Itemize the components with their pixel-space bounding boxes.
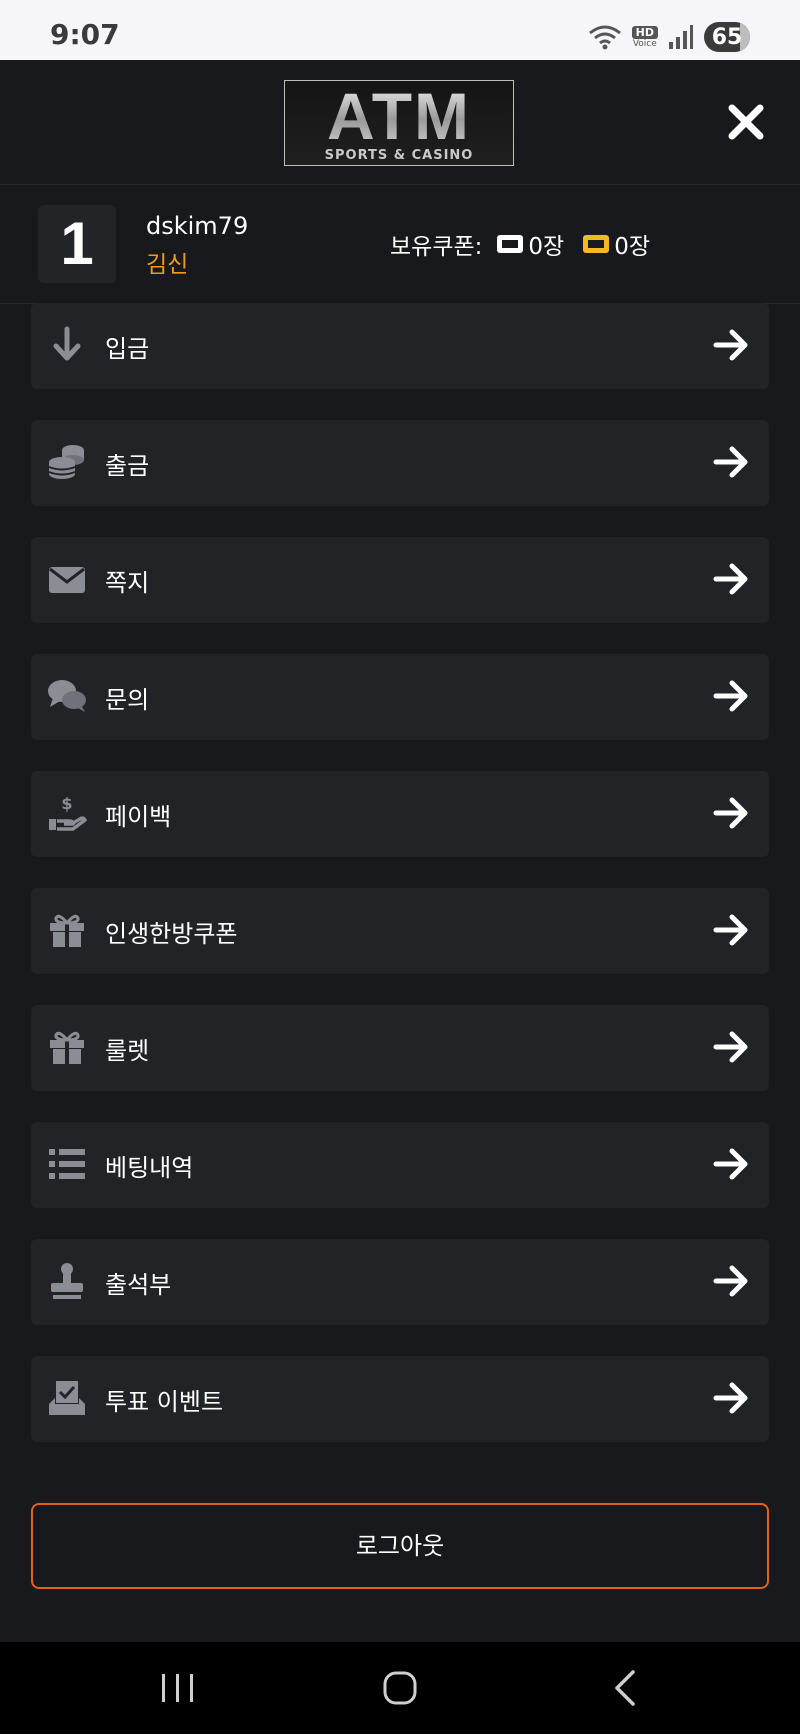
signal-icon xyxy=(669,25,693,49)
arrow-right-icon xyxy=(713,1148,748,1180)
logout-button[interactable]: 로그아웃 xyxy=(31,1503,769,1589)
menu-item-label: 문의 xyxy=(105,686,150,714)
arrow-right-icon xyxy=(713,446,748,478)
list-icon xyxy=(49,1149,85,1179)
app-header: ATM SPORTS & CASINO xyxy=(0,60,800,185)
hd-voice-icon: HD Voice xyxy=(631,25,658,49)
menu-item-deposit[interactable]: 입금 xyxy=(31,303,769,389)
coupon-summary: 보유쿠폰: 0장 0장 xyxy=(390,227,654,261)
coupon-white-count: 0장 xyxy=(528,234,565,260)
arrow-right-icon xyxy=(713,1382,748,1414)
coins-icon xyxy=(48,445,84,479)
logo-main-text: ATM xyxy=(285,81,513,151)
menu-item-betting-history[interactable]: 베팅내역 xyxy=(31,1122,769,1208)
ticket-white-icon xyxy=(497,235,524,253)
arrow-right-icon xyxy=(713,329,748,361)
coupon-gold-count: 0장 xyxy=(614,234,650,260)
status-bar: 9:07 HD Voice 65 xyxy=(0,0,800,60)
comments-icon xyxy=(48,680,86,712)
arrow-down-icon xyxy=(53,326,81,361)
menu-item-label: 입금 xyxy=(105,335,150,363)
wifi-icon xyxy=(588,25,621,50)
arrow-right-icon xyxy=(713,1265,748,1297)
envelope-icon xyxy=(49,567,85,593)
gift-icon xyxy=(50,1031,84,1064)
atm-logo[interactable]: ATM SPORTS & CASINO xyxy=(284,80,514,166)
ticket-gold-icon xyxy=(583,235,610,253)
menu-item-roulette[interactable]: 룰렛 xyxy=(31,1005,769,1091)
menu-item-label: 출금 xyxy=(105,452,150,480)
user-info-bar: 1 dskim79 김신 보유쿠폰: 0장 0장 xyxy=(0,185,800,304)
menu-item-coupon[interactable]: 인생한방쿠폰 xyxy=(31,888,769,974)
menu-item-label: 룰렛 xyxy=(105,1037,150,1065)
gift-icon xyxy=(50,914,84,947)
svg-text:$: $ xyxy=(61,794,72,813)
menu-item-inquiry[interactable]: 문의 xyxy=(31,654,769,740)
menu-item-label: 페이백 xyxy=(105,803,172,831)
level-badge: 1 xyxy=(38,205,116,283)
logo-sub-text: SPORTS & CASINO xyxy=(324,148,474,163)
recent-apps-icon[interactable] xyxy=(158,1668,198,1708)
stamp-icon xyxy=(51,1263,83,1299)
vote-box-icon xyxy=(49,1381,85,1415)
arrow-right-icon xyxy=(713,680,748,712)
status-icons: HD Voice 65 xyxy=(588,20,750,54)
home-icon[interactable] xyxy=(380,1668,420,1708)
menu-item-label: 베팅내역 xyxy=(105,1154,194,1182)
system-nav-bar xyxy=(0,1642,800,1734)
menu-item-vote-event[interactable]: 투표 이벤트 xyxy=(31,1356,769,1442)
menu-item-messages[interactable]: 쪽지 xyxy=(31,537,769,623)
menu-item-label: 투표 이벤트 xyxy=(105,1388,224,1416)
username: dskim79 xyxy=(146,212,249,240)
menu-item-label: 출석부 xyxy=(105,1271,172,1299)
hand-dollar-icon: $ xyxy=(49,794,87,831)
menu-item-withdraw[interactable]: 출금 xyxy=(31,420,769,506)
arrow-right-icon xyxy=(713,1031,748,1063)
back-icon[interactable] xyxy=(605,1668,645,1708)
menu-item-label: 쪽지 xyxy=(105,569,150,597)
close-icon[interactable] xyxy=(724,100,768,144)
arrow-right-icon xyxy=(713,914,748,946)
menu-item-attendance[interactable]: 출석부 xyxy=(31,1239,769,1325)
battery-icon: 65 xyxy=(704,22,750,52)
menu-item-payback[interactable]: $ 페이백 xyxy=(31,771,769,857)
nickname: 김신 xyxy=(146,252,189,278)
coupon-label: 보유쿠폰: xyxy=(390,234,483,260)
menu-list: 입금 출금 쪽지 문의 $ 페이백 인생한방쿠폰 룰렛 베팅내역 출석부 투표 … xyxy=(31,303,769,1473)
status-time: 9:07 xyxy=(50,18,120,51)
menu-item-label: 인생한방쿠폰 xyxy=(105,920,238,948)
arrow-right-icon xyxy=(713,797,748,829)
arrow-right-icon xyxy=(713,563,748,595)
